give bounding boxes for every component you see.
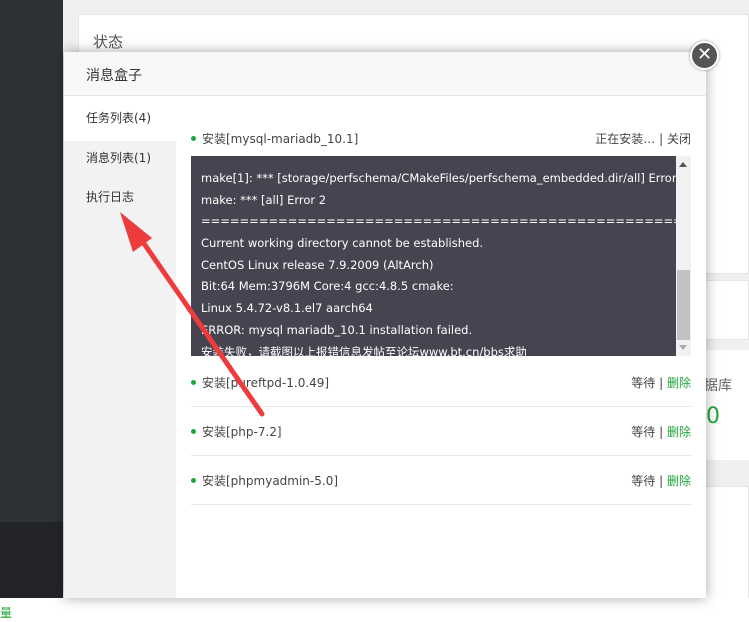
log-line: Current working directory cannot be esta… <box>201 236 484 251</box>
install-log-console[interactable]: make[1]: *** [storage/perfschema/CMakeFi… <box>191 156 691 356</box>
database-label: 据库 <box>704 378 732 394</box>
task-row-head: 安装[php-7.2] 等待 | 删除 <box>191 417 691 447</box>
close-task-button[interactable]: 关闭 <box>667 132 691 146</box>
task-row-head: 安装[pureftpd-1.0.49] 等待 | 删除 <box>191 368 691 398</box>
status-dot-icon <box>191 380 196 385</box>
task-status: 正在安装… <box>595 132 656 146</box>
log-line: ERROR: mysql mariadb_10.1 installation f… <box>201 322 473 337</box>
delete-task-button[interactable]: 删除 <box>667 474 691 488</box>
task-status: 等待 <box>631 376 656 390</box>
background-card <box>705 486 749 606</box>
task-name: 安装[phpmyadmin-5.0] <box>202 474 339 488</box>
action-separator: | <box>659 474 664 488</box>
task-row: 安装[php-7.2] 等待 | 删除 <box>191 407 691 456</box>
log-line: make[1]: *** [storage/perfschema/CMakeFi… <box>201 171 688 185</box>
sidebar-item-execution-log[interactable]: 执行日志 <box>86 188 134 205</box>
status-dot-icon <box>191 136 196 141</box>
action-separator: | <box>659 425 664 439</box>
action-separator: | <box>659 132 664 146</box>
task-list: 安装[mysql-mariadb_10.1] 正在安装… | 关闭 make[1… <box>191 96 691 598</box>
status-dot-icon <box>191 478 196 483</box>
status-dot-icon <box>191 429 196 434</box>
task-actions: 等待 | 删除 <box>631 423 691 440</box>
log-line: 安装失败，请截图以上报错信息发帖至论坛www.bt.cn/bbs求助 <box>201 344 527 357</box>
log-line: ========================================… <box>201 214 691 229</box>
database-count[interactable]: 0 <box>706 404 720 429</box>
scrollbar-thumb[interactable] <box>677 270 690 340</box>
dialog-sidebar <box>64 96 176 598</box>
sidebar-item-message-list[interactable]: 消息列表(1) <box>86 149 151 166</box>
log-line: make: *** [all] Error 2 <box>201 192 327 207</box>
task-actions: 等待 | 删除 <box>631 374 691 391</box>
background-footer <box>0 598 749 622</box>
action-separator: | <box>659 376 664 390</box>
scroll-down-icon[interactable] <box>679 345 687 350</box>
task-name: 安装[php-7.2] <box>202 425 282 439</box>
log-scrollbar[interactable] <box>676 156 691 356</box>
task-row: 安装[phpmyadmin-5.0] 等待 | 删除 <box>191 456 691 505</box>
message-box-dialog: 消息盒子 任务列表(4) 消息列表(1) 执行日志 安装[mysql-maria… <box>64 52 706 598</box>
status-panel-title: 状态 <box>93 33 124 51</box>
task-status: 等待 <box>631 474 656 488</box>
delete-task-button[interactable]: 删除 <box>667 425 691 439</box>
background-sidebar-footer <box>0 522 63 598</box>
task-actions: 等待 | 删除 <box>631 472 691 489</box>
log-line: Bit:64 Mem:3796M Core:4 gcc:4.8.5 cmake: <box>201 279 454 294</box>
background-card <box>705 280 749 340</box>
task-row: 安装[pureftpd-1.0.49] 等待 | 删除 <box>191 358 691 407</box>
delete-task-button[interactable]: 删除 <box>667 376 691 390</box>
task-name: 安装[mysql-mariadb_10.1] <box>202 132 359 146</box>
sidebar-item-task-list[interactable]: 任务列表(4) <box>86 109 151 126</box>
scroll-up-icon[interactable] <box>679 162 687 167</box>
close-icon[interactable]: ✕ <box>690 41 719 70</box>
log-line-truncated <box>201 156 671 168</box>
task-name: 安装[pureftpd-1.0.49] <box>202 376 330 390</box>
task-actions: 正在安装… | 关闭 <box>595 130 691 147</box>
log-lines: make[1]: *** [storage/perfschema/CMakeFi… <box>201 156 691 357</box>
dialog-title: 消息盒子 <box>86 68 142 84</box>
log-line: Linux 5.4.72-v8.1.el7 aarch64 <box>201 301 373 316</box>
task-status: 等待 <box>631 425 656 439</box>
background-footer-link[interactable]: 量 <box>0 604 12 621</box>
task-row-head: 安装[phpmyadmin-5.0] 等待 | 删除 <box>191 466 691 496</box>
task-row: 安装[mysql-mariadb_10.1] 正在安装… | 关闭 <box>191 124 691 154</box>
log-line: CentOS Linux release 7.9.2009 (AltArch) <box>201 257 434 272</box>
dialog-header: 消息盒子 <box>64 52 706 96</box>
